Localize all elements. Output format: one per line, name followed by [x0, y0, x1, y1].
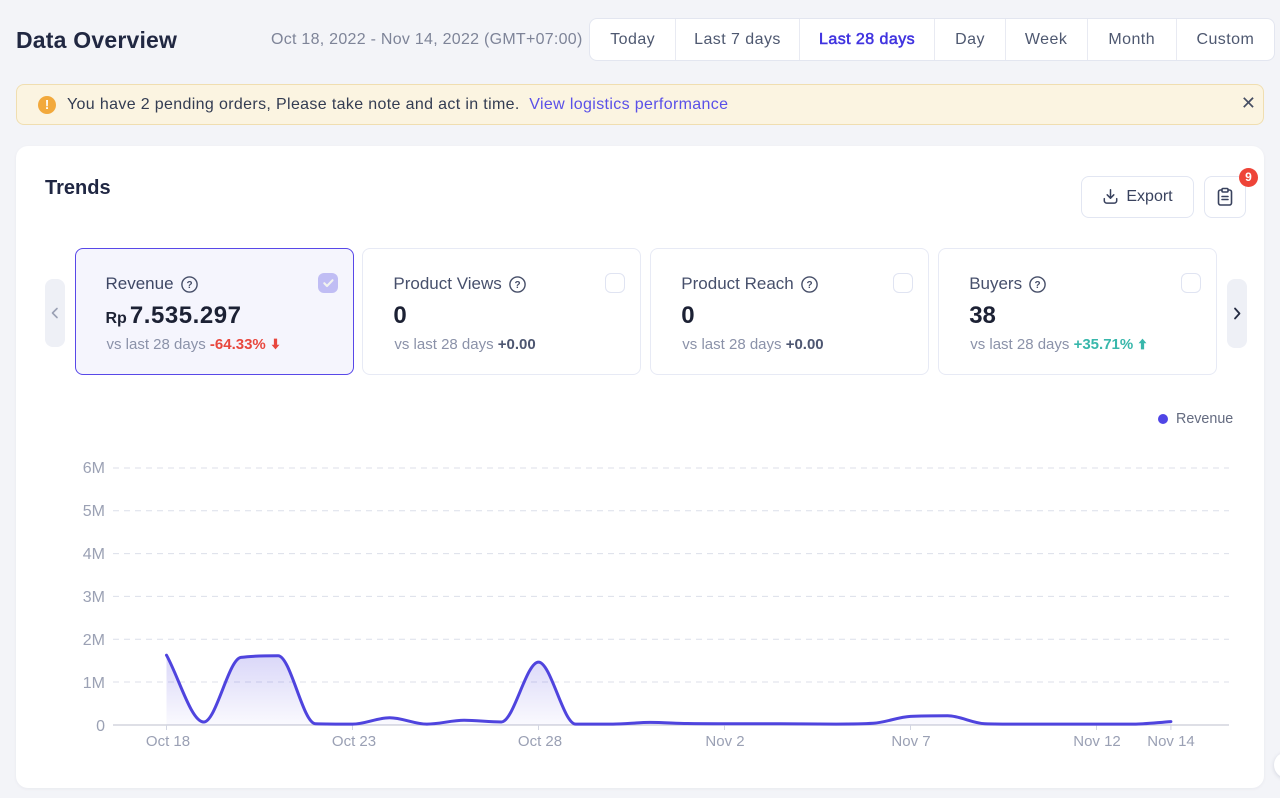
- svg-text:?: ?: [514, 280, 520, 291]
- svg-text:?: ?: [186, 280, 192, 291]
- svg-text:?: ?: [1035, 280, 1041, 291]
- svg-text:?: ?: [806, 280, 812, 291]
